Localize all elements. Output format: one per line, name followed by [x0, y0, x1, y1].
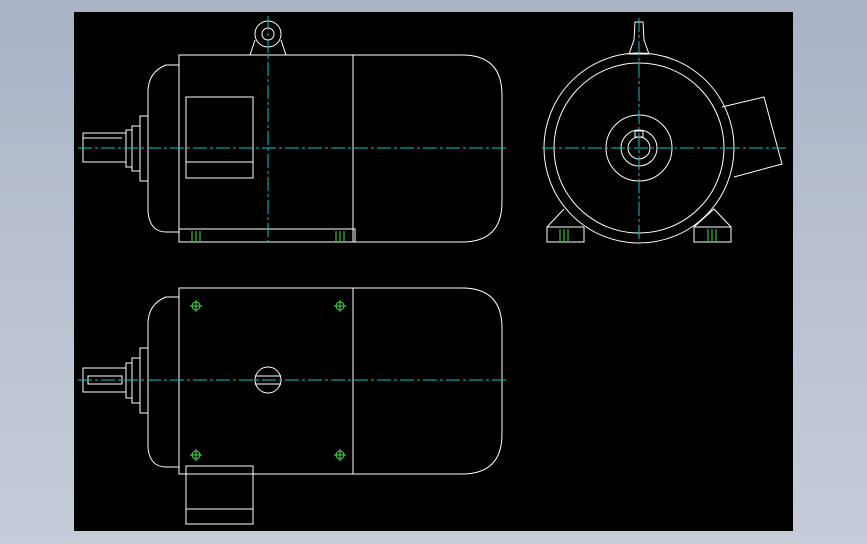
- top-end-cover: [147, 296, 179, 468]
- front-terminal-box: [185, 96, 254, 179]
- top-view: [82, 287, 503, 525]
- motor-drawing: [78, 16, 786, 525]
- cad-viewport[interactable]: [74, 12, 793, 531]
- mounting-hole-tl: [190, 300, 202, 312]
- side-foot-bolts: [559, 229, 717, 241]
- top-body-outline: [178, 287, 503, 475]
- side-terminal-box: [721, 96, 783, 178]
- front-base-foot: [178, 228, 356, 243]
- top-terminal-box: [185, 465, 254, 525]
- side-view: [543, 21, 783, 244]
- mounting-hole-tr: [334, 300, 346, 312]
- mounting-hole-bl: [190, 449, 202, 461]
- front-view: [82, 20, 503, 243]
- side-centerlines: [542, 18, 786, 244]
- front-centerlines: [78, 16, 506, 242]
- mounting-hole-br: [334, 449, 346, 461]
- side-foot-left: [546, 208, 585, 243]
